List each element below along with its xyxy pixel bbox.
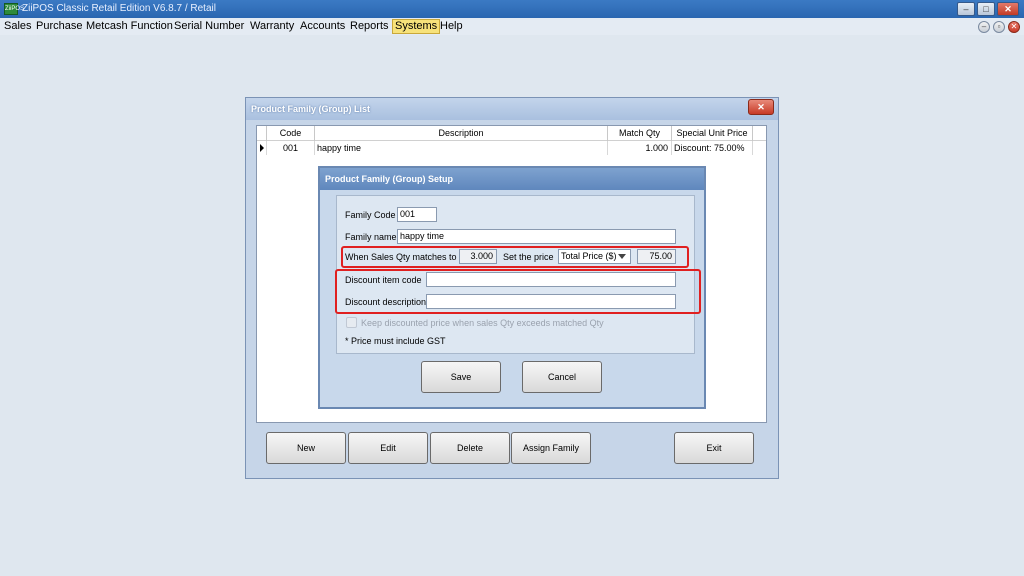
set-price-label: Set the price (503, 252, 554, 262)
setup-dialog-title: Product Family (Group) Setup (320, 168, 704, 190)
row-description: happy time (315, 141, 608, 155)
maximize-button[interactable]: □ (977, 2, 995, 16)
ziipos-app-icon: ZiiPOS (4, 3, 24, 15)
menu-purchase[interactable]: Purchase (34, 19, 84, 34)
delete-button[interactable]: Delete (430, 432, 510, 464)
mdi-restore-button[interactable]: ▫ (993, 21, 1005, 33)
menu-bar: Sales Purchase Metcash Function Serial N… (0, 18, 1024, 35)
grid-header: Code Description Match Qty Special Unit … (257, 126, 766, 141)
grid-header-description[interactable]: Description (315, 126, 608, 141)
menu-serial-number[interactable]: Serial Number (172, 19, 246, 34)
grid-header-special-unit-price[interactable]: Special Unit Price (672, 126, 753, 141)
price-mode-select[interactable]: Total Price ($) (558, 249, 631, 264)
family-name-label: Family name (345, 232, 397, 242)
row-match-qty: 1.000 (608, 141, 672, 155)
menu-metcash-function[interactable]: Metcash Function (84, 19, 175, 34)
mdi-minimize-button[interactable]: – (978, 21, 990, 33)
price-value-input[interactable]: 75.00 (637, 249, 676, 264)
menu-accounts[interactable]: Accounts (298, 19, 347, 34)
keep-discounted-price-label: Keep discounted price when sales Qty exc… (361, 318, 604, 328)
close-button[interactable]: ✕ (997, 2, 1019, 16)
save-button[interactable]: Save (421, 361, 501, 393)
grid-header-code[interactable]: Code (267, 126, 315, 141)
menu-help[interactable]: Help (438, 19, 465, 34)
family-name-input[interactable]: happy time (397, 229, 676, 244)
gst-note: * Price must include GST (345, 336, 446, 346)
family-code-label: Family Code (345, 210, 396, 220)
mdi-close-button[interactable]: ✕ (1008, 21, 1020, 33)
discount-item-code-input[interactable] (426, 272, 676, 287)
row-code: 001 (267, 141, 315, 155)
menu-warranty[interactable]: Warranty (248, 19, 296, 34)
qty-match-label: When Sales Qty matches to (345, 252, 457, 262)
minimize-button[interactable]: – (957, 2, 975, 16)
keep-discounted-price-checkbox[interactable] (346, 317, 357, 328)
match-qty-input[interactable]: 3.000 (459, 249, 497, 264)
grid-header-match-qty[interactable]: Match Qty (608, 126, 672, 141)
app-title-bar: ZiiPOS ZiiPOS Classic Retail Edition V6.… (0, 0, 1024, 18)
list-window-close-button[interactable]: ✕ (748, 99, 774, 115)
menu-reports[interactable]: Reports (348, 19, 391, 34)
discount-item-code-label: Discount item code (345, 275, 422, 285)
row-special-unit-price: Discount: 75.00% (672, 141, 753, 155)
chevron-down-icon (618, 254, 626, 259)
discount-description-label: Discount description (345, 297, 427, 307)
edit-button[interactable]: Edit (348, 432, 428, 464)
family-code-input[interactable]: 001 (397, 207, 437, 222)
assign-family-button[interactable]: Assign Family (511, 432, 591, 464)
new-button[interactable]: New (266, 432, 346, 464)
table-row[interactable]: 001 happy time 1.000 Discount: 75.00% (257, 141, 766, 155)
row-selected-marker (257, 141, 267, 155)
exit-button[interactable]: Exit (674, 432, 754, 464)
price-mode-value: Total Price ($) (561, 251, 617, 261)
menu-systems[interactable]: Systems (392, 19, 441, 34)
app-title: ZiiPOS Classic Retail Edition V6.8.7 / R… (22, 3, 216, 14)
menu-sales[interactable]: Sales (2, 19, 34, 34)
grid-header-indicator (257, 126, 267, 141)
list-window-title: Product Family (Group) List (246, 98, 778, 120)
cancel-button[interactable]: Cancel (522, 361, 602, 393)
discount-description-input[interactable] (426, 294, 676, 309)
